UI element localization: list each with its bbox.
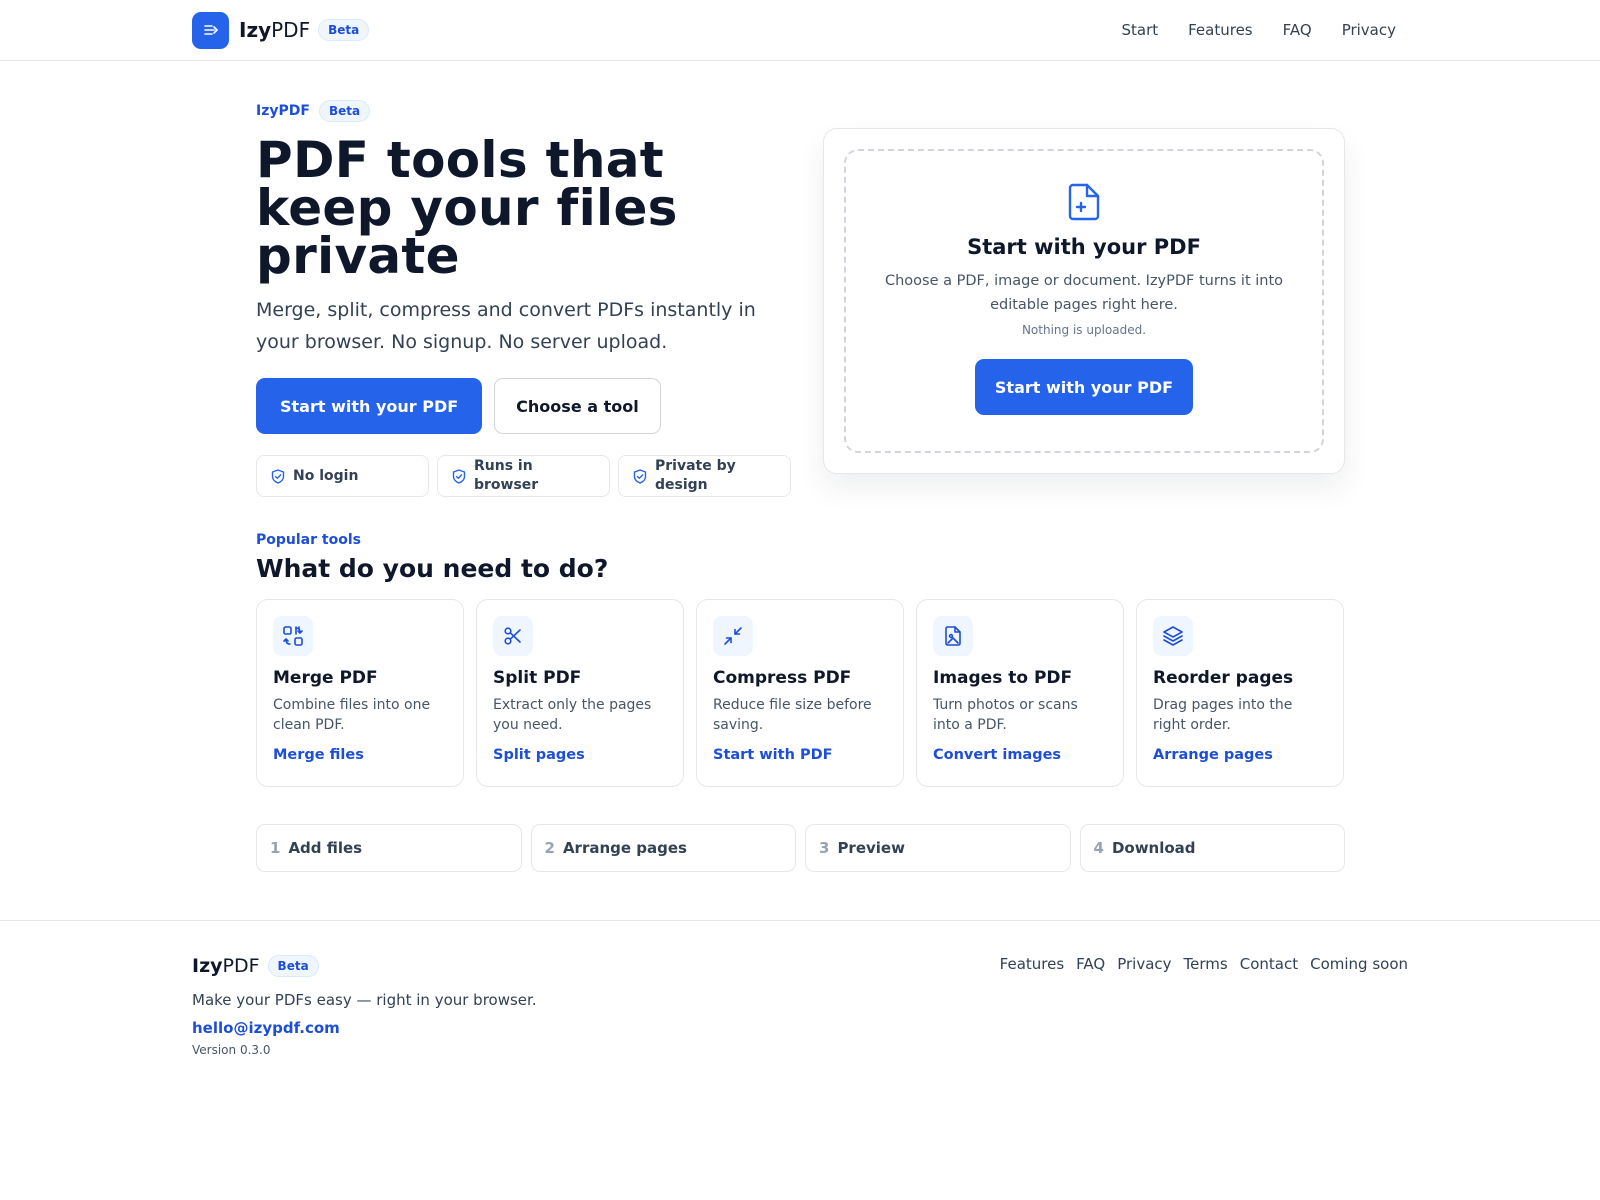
hero-section: IzyPDF Beta PDF tools that keep your fil… [256, 100, 796, 497]
trust-chips: No login Runs in browser Private by desi… [256, 455, 796, 497]
tool-card-split[interactable]: Split PDF Extract only the pages you nee… [476, 599, 684, 787]
tool-description: Extract only the pages you need. [493, 697, 652, 733]
footer-brand-name: IzyPDF [192, 955, 260, 977]
footer-beta-badge: Beta [267, 955, 319, 977]
arrange-pages-link[interactable]: Arrange pages [1153, 747, 1273, 763]
convert-images-link[interactable]: Convert images [933, 747, 1061, 763]
shield-check-icon [633, 468, 647, 484]
nav-faq[interactable]: FAQ [1283, 21, 1312, 39]
footer-link-contact[interactable]: Contact [1240, 955, 1298, 973]
logo-icon [192, 11, 229, 49]
step-label: Preview [837, 839, 905, 857]
step-add-files[interactable]: 1 Add files [256, 824, 522, 872]
step-label: Arrange pages [562, 839, 687, 857]
upload-description: Choose a PDF, image or document. IzyPDF … [884, 273, 1284, 313]
tool-name: Images to PDF [933, 668, 1073, 688]
tool-name: Merge PDF [273, 668, 378, 688]
tool-name: Compress PDF [713, 668, 852, 688]
chip-no-login: No login [256, 455, 429, 497]
footer-link-features[interactable]: Features [1000, 955, 1065, 973]
beta-badge: Beta [318, 19, 370, 41]
step-number: 2 [544, 839, 555, 857]
tool-description: Turn photos or scans into a PDF. [933, 697, 1078, 733]
footer-link-terms[interactable]: Terms [1184, 955, 1228, 973]
top-header: IzyPDF Beta Start Features FAQ Privacy [0, 0, 1600, 61]
hero-title: PDF tools that keep your files private [256, 131, 678, 285]
tool-card-reorder[interactable]: Reorder pages Drag pages into the right … [1136, 599, 1344, 787]
shield-check-icon [271, 468, 285, 484]
step-preview[interactable]: 3 Preview [805, 824, 1071, 872]
drop-zone[interactable]: Start with your PDF Choose a PDF, image … [844, 149, 1324, 453]
shield-check-icon [452, 468, 466, 484]
workflow-steps: 1 Add files 2 Arrange pages 3 Preview 4 … [256, 824, 1345, 872]
scissors-icon [493, 616, 533, 656]
version-label: Version 0.3.0 [192, 1043, 271, 1057]
chip-runs-in-browser: Runs in browser [437, 455, 610, 497]
tools-title: What do you need to do? [256, 554, 609, 583]
footer-nav: Features FAQ Privacy Terms Contact Comin… [1000, 955, 1408, 973]
tool-name: Split PDF [493, 668, 582, 688]
step-arrange-pages[interactable]: 2 Arrange pages [530, 824, 796, 872]
nav-privacy[interactable]: Privacy [1342, 21, 1396, 39]
upload-title: Start with your PDF [967, 235, 1201, 259]
brand[interactable]: IzyPDF Beta [192, 11, 370, 49]
tool-description: Reduce file size before saving. [713, 697, 872, 733]
step-number: 3 [819, 839, 830, 857]
step-number: 1 [270, 839, 281, 857]
tool-card-images[interactable]: Images to PDF Turn photos or scans into … [916, 599, 1124, 787]
step-number: 4 [1093, 839, 1104, 857]
chip-label: Runs in browser [474, 458, 539, 493]
brand-name: IzyPDF [239, 18, 311, 42]
popular-tools-section: Popular tools What do you need to do? Me… [256, 532, 1345, 787]
tool-description: Combine files into one clean PDF. [273, 697, 431, 733]
tool-card-compress[interactable]: Compress PDF Reduce file size before sav… [696, 599, 904, 787]
footer-link-coming-soon[interactable]: Coming soon [1310, 955, 1408, 973]
site-footer: IzyPDF Beta Make your PDFs easy — right … [0, 920, 1600, 1200]
merge-files-link[interactable]: Merge files [273, 747, 364, 763]
choose-tool-button[interactable]: Choose a tool [494, 378, 661, 434]
step-download[interactable]: 4 Download [1079, 824, 1345, 872]
header-inner: IzyPDF Beta Start Features FAQ Privacy [192, 0, 1396, 60]
merge-icon [273, 616, 313, 656]
tool-cards: Merge PDF Combine files into one clean P… [256, 599, 1345, 787]
contact-email-link[interactable]: hello@izypdf.com [192, 1019, 340, 1037]
nav-features[interactable]: Features [1188, 21, 1253, 39]
footer-link-privacy[interactable]: Privacy [1117, 955, 1171, 973]
footer-tagline: Make your PDFs easy — right in your brow… [192, 991, 537, 1009]
hero-eyebrow: IzyPDF Beta [256, 100, 796, 122]
chip-label: No login [293, 467, 359, 484]
tools-eyebrow: Popular tools [256, 532, 361, 548]
upload-note: Nothing is uploaded. [1021, 323, 1147, 337]
split-pages-link[interactable]: Split pages [493, 747, 585, 763]
hero-beta-badge: Beta [318, 100, 371, 122]
step-label: Download [1111, 839, 1196, 857]
layers-icon [1153, 616, 1193, 656]
step-label: Add files [288, 839, 363, 857]
main-nav: Start Features FAQ Privacy [1121, 21, 1396, 39]
tool-description: Drag pages into the right order. [1153, 697, 1293, 733]
hero-cta-row: Start with your PDF Choose a tool [256, 378, 796, 434]
start-with-pdf-link[interactable]: Start with PDF [713, 747, 833, 763]
footer-link-faq[interactable]: FAQ [1076, 955, 1105, 973]
upload-card: Start with your PDF Choose a PDF, image … [823, 128, 1345, 474]
compress-icon [713, 616, 753, 656]
nav-start[interactable]: Start [1121, 21, 1158, 39]
footer-brand[interactable]: IzyPDF Beta [192, 955, 319, 977]
tool-card-merge[interactable]: Merge PDF Combine files into one clean P… [256, 599, 464, 787]
tool-name: Reorder pages [1153, 668, 1294, 688]
upload-start-button[interactable]: Start with your PDF [974, 359, 1194, 415]
image-file-icon [933, 616, 973, 656]
chip-private-by-design: Private by design [618, 455, 791, 497]
hero-eyebrow-label: IzyPDF [256, 103, 310, 119]
chip-label: Private by design [655, 458, 736, 493]
hero-lead: Merge, split, compress and convert PDFs … [256, 299, 756, 353]
file-plus-icon [1068, 183, 1100, 221]
start-pdf-button[interactable]: Start with your PDF [256, 378, 483, 434]
